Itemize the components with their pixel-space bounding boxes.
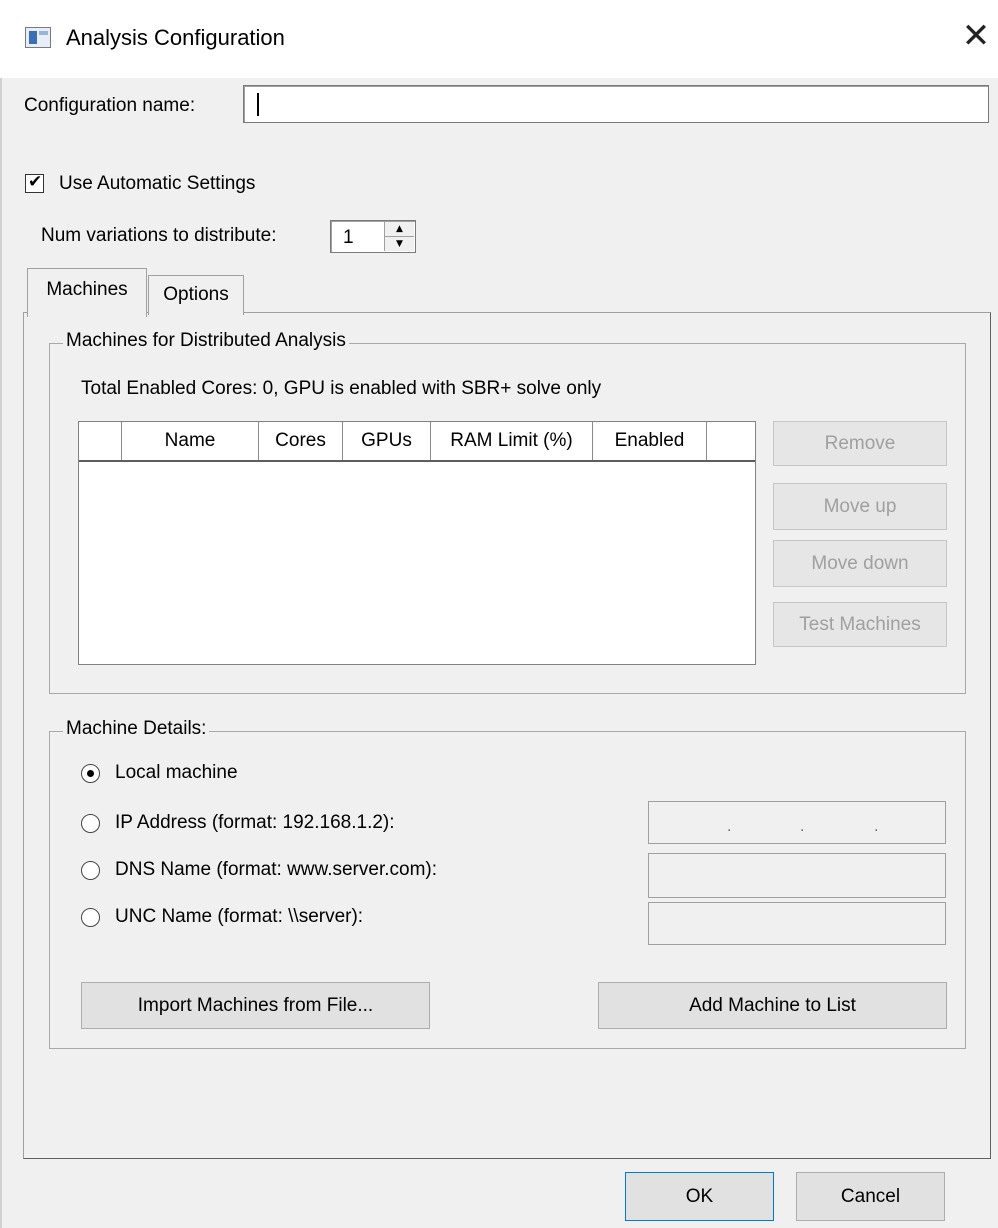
column-header-blank[interactable]: [79, 422, 122, 460]
machine-details-groupbox-legend: Machine Details:: [63, 718, 210, 740]
num-variations-value[interactable]: 1: [343, 227, 354, 249]
use-automatic-settings-checkbox[interactable]: ✔: [25, 172, 44, 193]
cancel-button[interactable]: Cancel: [796, 1172, 945, 1221]
use-automatic-settings-label[interactable]: Use Automatic Settings: [59, 173, 255, 195]
move-down-button[interactable]: Move down: [773, 540, 947, 587]
machines-table[interactable]: Name Cores GPUs RAM Limit (%) Enabled: [78, 421, 756, 665]
total-enabled-cores-text: Total Enabled Cores: 0, GPU is enabled w…: [81, 378, 602, 399]
configuration-name-input[interactable]: [243, 85, 989, 123]
unc-name-input[interactable]: [648, 902, 946, 945]
tab-machines-label: Machines: [46, 279, 128, 300]
tab-options-label: Options: [163, 284, 229, 305]
local-machine-label[interactable]: Local machine: [115, 762, 238, 784]
machines-groupbox-legend: Machines for Distributed Analysis: [63, 330, 349, 352]
num-variations-label: Num variations to distribute:: [41, 225, 277, 246]
ip-address-label[interactable]: IP Address (format: 192.168.1.2):: [115, 812, 395, 834]
local-machine-radio[interactable]: [81, 764, 100, 783]
ip-octet-separator: .: [727, 818, 732, 835]
radio-selected-dot: [87, 770, 94, 777]
spin-up-icon[interactable]: ▲: [385, 222, 414, 237]
test-machines-button[interactable]: Test Machines: [773, 602, 947, 647]
tab-machines[interactable]: Machines: [27, 268, 147, 317]
checkmark-icon: ✔: [28, 172, 43, 192]
column-header-cores[interactable]: Cores: [259, 422, 343, 460]
ip-address-radio[interactable]: [81, 814, 100, 833]
unc-name-radio[interactable]: [81, 908, 100, 927]
window-edge: [0, 0, 2, 1228]
dns-name-input[interactable]: [648, 853, 946, 898]
column-header-gpus[interactable]: GPUs: [343, 422, 431, 460]
column-header-ram-limit[interactable]: RAM Limit (%): [431, 422, 593, 460]
ok-button[interactable]: OK: [625, 1172, 774, 1221]
column-header-extra[interactable]: [707, 422, 755, 460]
column-header-enabled[interactable]: Enabled: [593, 422, 707, 460]
import-machines-button[interactable]: Import Machines from File...: [81, 982, 430, 1029]
configuration-name-label: Configuration name:: [24, 95, 196, 116]
dns-name-radio[interactable]: [81, 861, 100, 880]
window-title: Analysis Configuration: [66, 25, 285, 50]
dns-name-label[interactable]: DNS Name (format: www.server.com):: [115, 859, 437, 881]
machines-table-header: Name Cores GPUs RAM Limit (%) Enabled: [79, 422, 755, 462]
add-machine-button[interactable]: Add Machine to List: [598, 982, 947, 1029]
ip-octet-separator: .: [800, 818, 805, 835]
ip-octet-separator: .: [874, 818, 879, 835]
close-icon[interactable]: ✕: [954, 14, 998, 58]
remove-button[interactable]: Remove: [773, 421, 947, 466]
unc-name-label[interactable]: UNC Name (format: \\server):: [115, 906, 363, 928]
column-header-name[interactable]: Name: [122, 422, 259, 460]
text-caret: [257, 93, 259, 116]
ip-address-input[interactable]: . . .: [648, 801, 946, 844]
move-up-button[interactable]: Move up: [773, 483, 947, 530]
tab-options[interactable]: Options: [148, 275, 244, 315]
spin-down-icon[interactable]: ▼: [385, 237, 414, 251]
num-variations-stepper[interactable]: 1 ▲ ▼: [330, 220, 416, 253]
window-app-icon: [25, 27, 51, 48]
spin-buttons[interactable]: ▲ ▼: [384, 222, 414, 251]
